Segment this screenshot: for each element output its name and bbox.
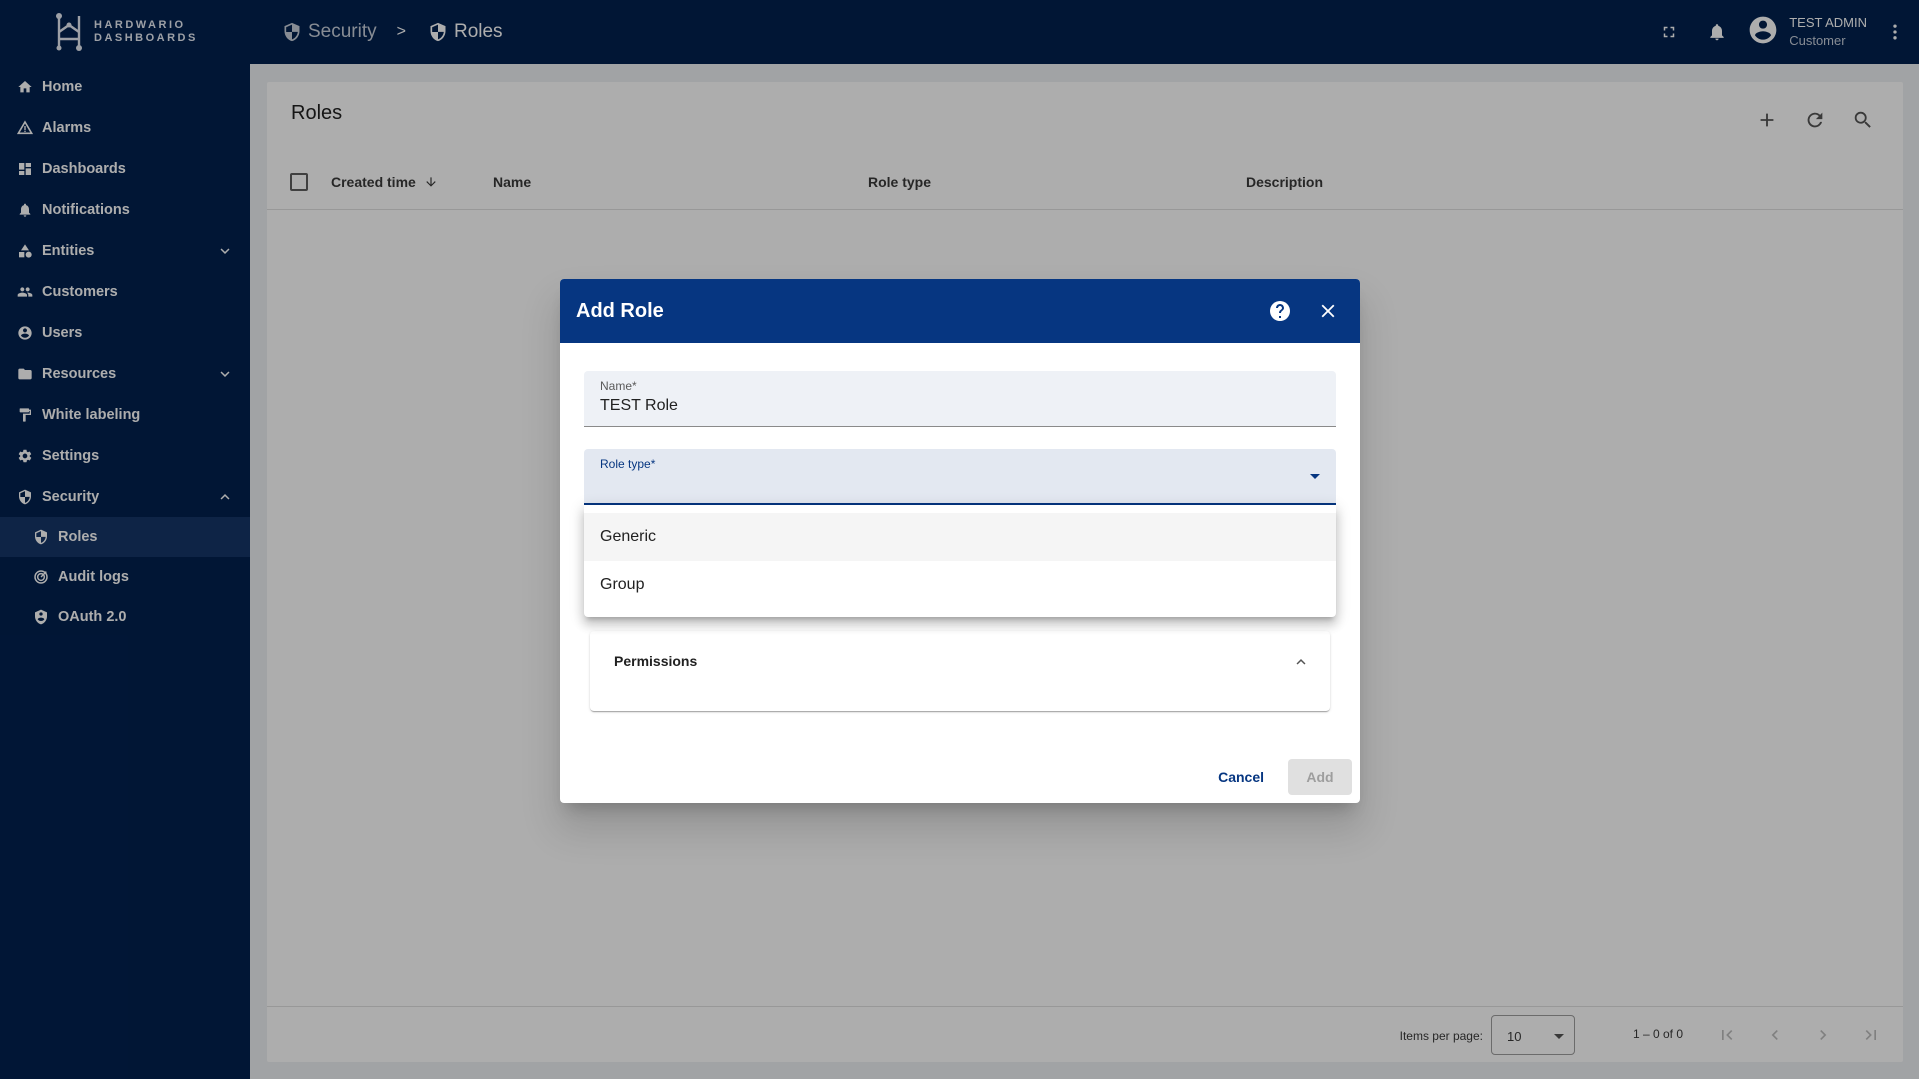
dialog-actions: Cancel Add bbox=[1202, 759, 1352, 795]
role-type-options-panel: Generic Group bbox=[584, 505, 1336, 617]
dropdown-arrow-icon bbox=[1310, 474, 1320, 479]
role-type-label: Role type* bbox=[600, 457, 656, 471]
chevron-up-icon[interactable] bbox=[1292, 653, 1310, 676]
role-name-field[interactable]: Name* TEST Role bbox=[584, 371, 1336, 427]
close-icon[interactable] bbox=[1304, 287, 1352, 335]
dialog-title: Add Role bbox=[576, 299, 664, 322]
role-type-select[interactable]: Role type* bbox=[584, 449, 1336, 505]
role-type-option-generic[interactable]: Generic bbox=[584, 513, 1336, 561]
role-name-value: TEST Role bbox=[600, 397, 678, 414]
add-button[interactable]: Add bbox=[1288, 759, 1352, 795]
role-name-label: Name* bbox=[600, 379, 637, 393]
dialog-header: Add Role bbox=[560, 279, 1360, 343]
dialog-header-actions bbox=[1256, 287, 1352, 335]
cancel-button[interactable]: Cancel bbox=[1202, 759, 1280, 795]
help-icon[interactable] bbox=[1256, 287, 1304, 335]
role-type-option-group[interactable]: Group bbox=[584, 561, 1336, 609]
permissions-title: Permissions bbox=[614, 653, 698, 669]
permissions-panel[interactable]: Permissions bbox=[590, 631, 1330, 711]
